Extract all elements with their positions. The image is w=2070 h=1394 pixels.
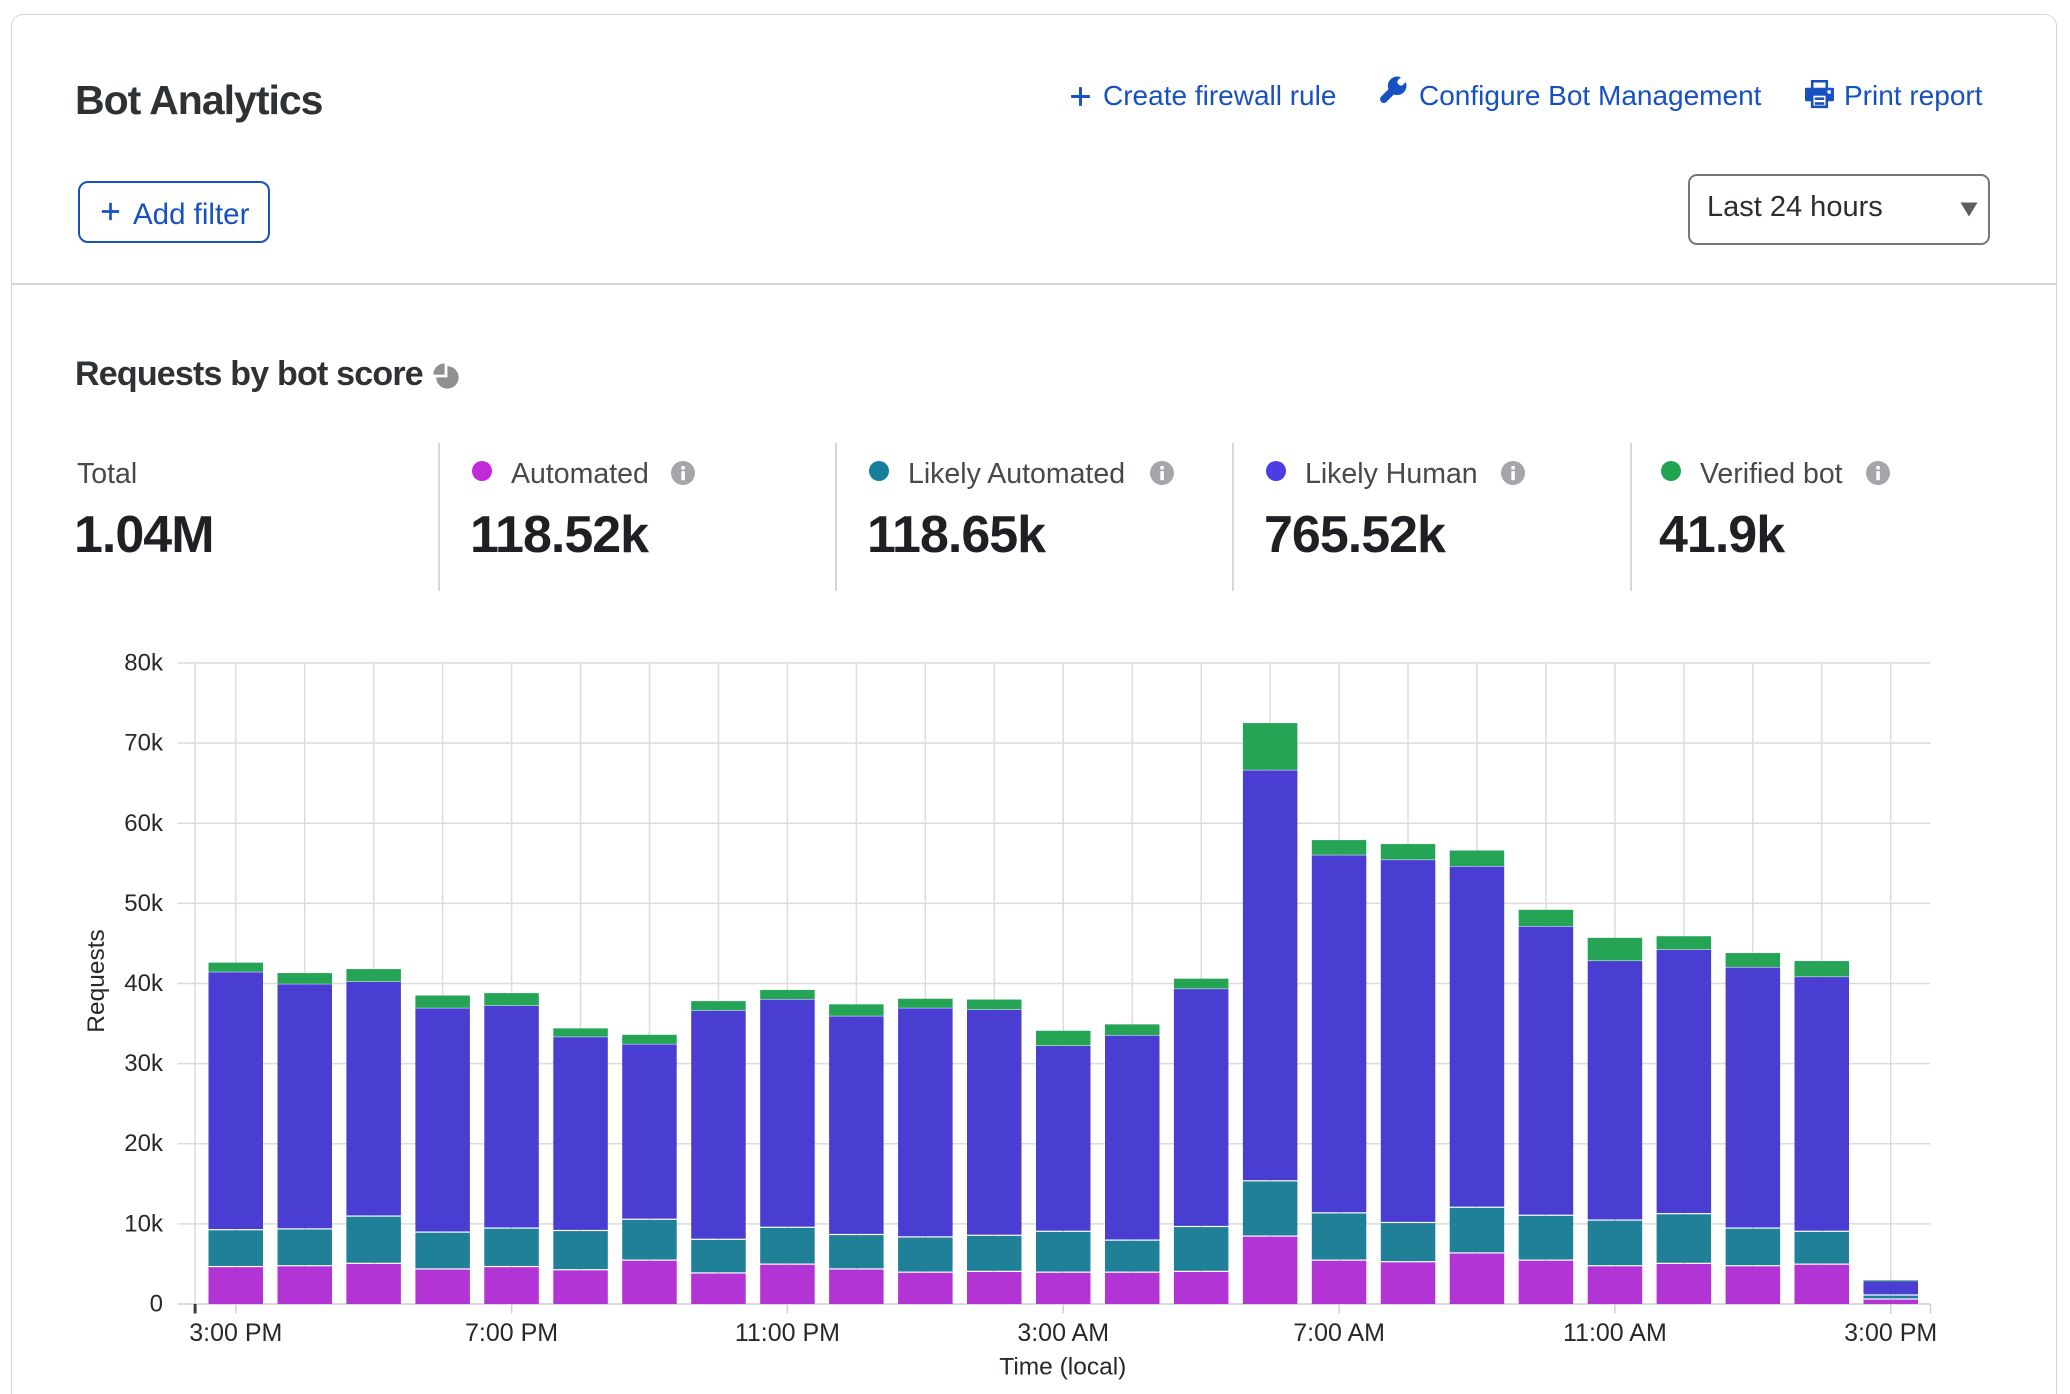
svg-text:70k: 70k [124,730,164,757]
svg-text:7:00 PM: 7:00 PM [465,1319,558,1347]
svg-text:3:00 AM: 3:00 AM [1017,1319,1109,1347]
svg-text:11:00 AM: 11:00 AM [1563,1319,1667,1347]
svg-text:80k: 80k [124,650,164,677]
svg-text:11:00 PM: 11:00 PM [735,1319,840,1347]
svg-text:Requests: Requests [83,929,110,1033]
svg-text:30k: 30k [124,1050,164,1077]
svg-text:Time (local): Time (local) [999,1354,1126,1381]
svg-text:3:00 PM: 3:00 PM [189,1319,282,1347]
svg-text:3:00 PM: 3:00 PM [1844,1319,1937,1347]
svg-text:10k: 10k [124,1210,164,1237]
svg-text:60k: 60k [124,810,164,837]
svg-text:0: 0 [150,1291,163,1318]
svg-text:50k: 50k [124,890,164,917]
svg-text:7:00 AM: 7:00 AM [1293,1319,1385,1347]
svg-text:40k: 40k [124,970,164,997]
svg-text:20k: 20k [124,1130,164,1157]
